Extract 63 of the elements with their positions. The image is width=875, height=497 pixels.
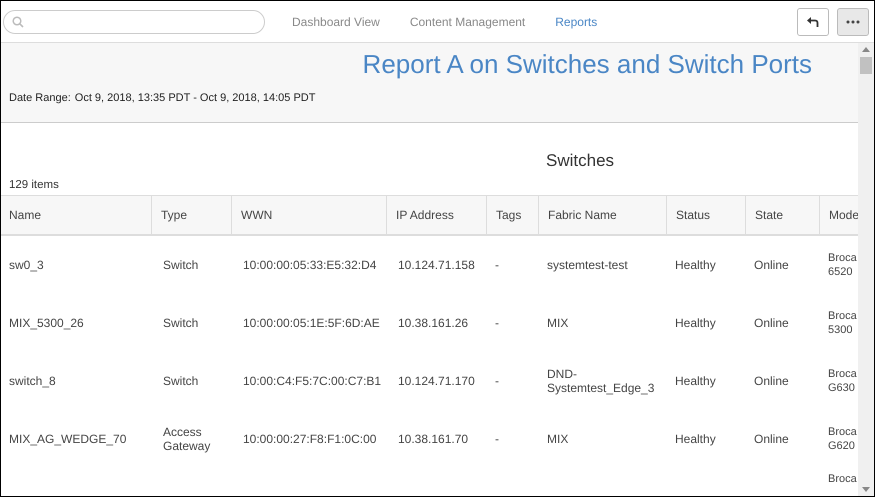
column-header[interactable]: WWN (231, 196, 386, 234)
table-cell: MIX_5300_26 (9, 316, 84, 330)
table-cell: Switch (163, 258, 198, 272)
table-cell: 10:00:C4:F5:7C:00:C7:B1 (243, 374, 382, 388)
column-header[interactable]: Type (151, 196, 231, 234)
table-cell: Online (754, 432, 789, 446)
column-header[interactable]: Tags (486, 196, 538, 234)
table-cell: 10.124.71.158 (398, 258, 475, 272)
column-header[interactable]: Name (1, 196, 151, 234)
nav-tab[interactable]: Reports (555, 14, 598, 28)
table-cell: Switch (163, 374, 198, 388)
table-cell: Broca G630 (828, 367, 857, 395)
table-cell: Online (754, 316, 789, 330)
table-cell: Access Gateway (163, 425, 210, 453)
search-field[interactable] (3, 10, 265, 34)
table-cell: - (495, 258, 499, 272)
date-range-value: Oct 9, 2018, 13:35 PDT - Oct 9, 2018, 14:05 PDT (74, 92, 316, 104)
table-cell: Broca (828, 472, 857, 486)
table-cell: sw0_3 (9, 258, 44, 272)
table-cell: 10:00:00:05:33:E5:32:D4 (243, 258, 376, 272)
item-count: 129 items (9, 179, 60, 191)
table-cell: MIX_AG_WEDGE_70 (9, 432, 126, 446)
table-cell: Switch (163, 316, 198, 330)
table-title: Switches (546, 151, 614, 171)
table-cell: Online (754, 374, 789, 388)
scroll-down-icon (862, 487, 870, 492)
more-button[interactable] (837, 8, 869, 36)
table-cell: MIX (547, 316, 568, 330)
back-button[interactable] (797, 8, 829, 36)
date-range-label: Date Range: (9, 92, 71, 104)
table-cell: MIX (547, 432, 568, 446)
table-cell: 10:00:00:27:F8:F1:0C:00 (243, 432, 376, 446)
table-cell: 10.124.71.170 (398, 374, 475, 388)
table-cell: Broca G620 (828, 425, 857, 453)
more-icon (846, 20, 860, 24)
column-header[interactable]: Fabric Name (538, 196, 666, 234)
nav-tab[interactable]: Content Management (410, 14, 526, 28)
scroll-thumb[interactable] (860, 57, 872, 74)
undo-arrow-icon (807, 16, 819, 26)
table-cell: - (495, 432, 499, 446)
table-cell: Healthy (675, 316, 716, 330)
report-title: Report A on Switches and Switch Ports (362, 49, 812, 80)
table-cell: Broca 6520 (828, 251, 857, 279)
column-header[interactable]: IP Address (386, 196, 486, 234)
table-cell: Online (754, 258, 789, 272)
table-cell: Healthy (675, 258, 716, 272)
table-cell: 10.38.161.26 (398, 316, 468, 330)
table-cell: Broca 5300 (828, 309, 857, 337)
search-icon (12, 16, 24, 28)
table-cell: Healthy (675, 432, 716, 446)
table-cell: systemtest-test (547, 258, 628, 272)
nav-tab[interactable]: Dashboard View (292, 14, 380, 28)
column-header[interactable]: Status (666, 196, 745, 234)
table-cell: - (495, 316, 499, 330)
table-cell: DND- Systemtest_Edge_3 (547, 367, 654, 395)
scrollbar[interactable] (858, 43, 874, 496)
table-cell: Healthy (675, 374, 716, 388)
scroll-up-icon (862, 47, 870, 52)
table-cell: switch_8 (9, 374, 56, 388)
table-cell: - (495, 374, 499, 388)
column-header[interactable]: State (745, 196, 819, 234)
table-cell: 10:00:00:05:1E:5F:6D:AE (243, 316, 380, 330)
table-cell: 10.38.161.70 (398, 432, 468, 446)
